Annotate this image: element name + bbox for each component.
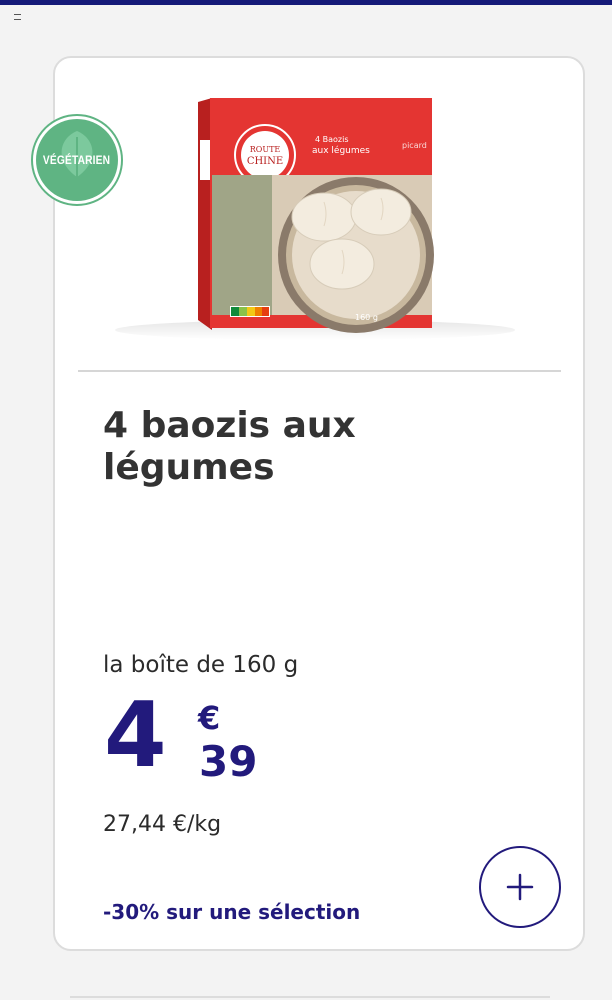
price-currency: €: [198, 699, 221, 737]
package-line2: aux légumes: [312, 145, 370, 156]
price-per-kg: 27,44 €/kg: [103, 812, 222, 837]
price-integer: 4: [104, 683, 167, 788]
next-card-edge: [70, 996, 550, 998]
product-image: ROUTE CHINE 4 Baozis aux légumes picard …: [115, 98, 515, 340]
menu-icon[interactable]: [14, 14, 21, 20]
promo-text[interactable]: -30% sur une sélection: [103, 900, 360, 924]
svg-text:ROUTE: ROUTE: [250, 145, 281, 154]
package-line1: 4 Baozis: [315, 135, 349, 144]
vegetarian-badge: VÉGÉTARIEN: [31, 114, 123, 206]
product-unit: la boîte de 160 g: [103, 652, 299, 678]
picard-text: picard: [402, 141, 427, 150]
vegetarian-label: VÉGÉTARIEN: [43, 153, 111, 167]
add-to-cart-button[interactable]: [479, 846, 561, 928]
price-cents: 39: [199, 737, 258, 786]
product-title[interactable]: 4 baozis aux légumes: [103, 405, 523, 489]
brand-text: CHINE: [247, 156, 283, 167]
divider: [78, 370, 561, 372]
top-bar: [0, 0, 612, 5]
plus-icon: [506, 873, 534, 901]
package-weight: 160 g: [355, 313, 378, 322]
